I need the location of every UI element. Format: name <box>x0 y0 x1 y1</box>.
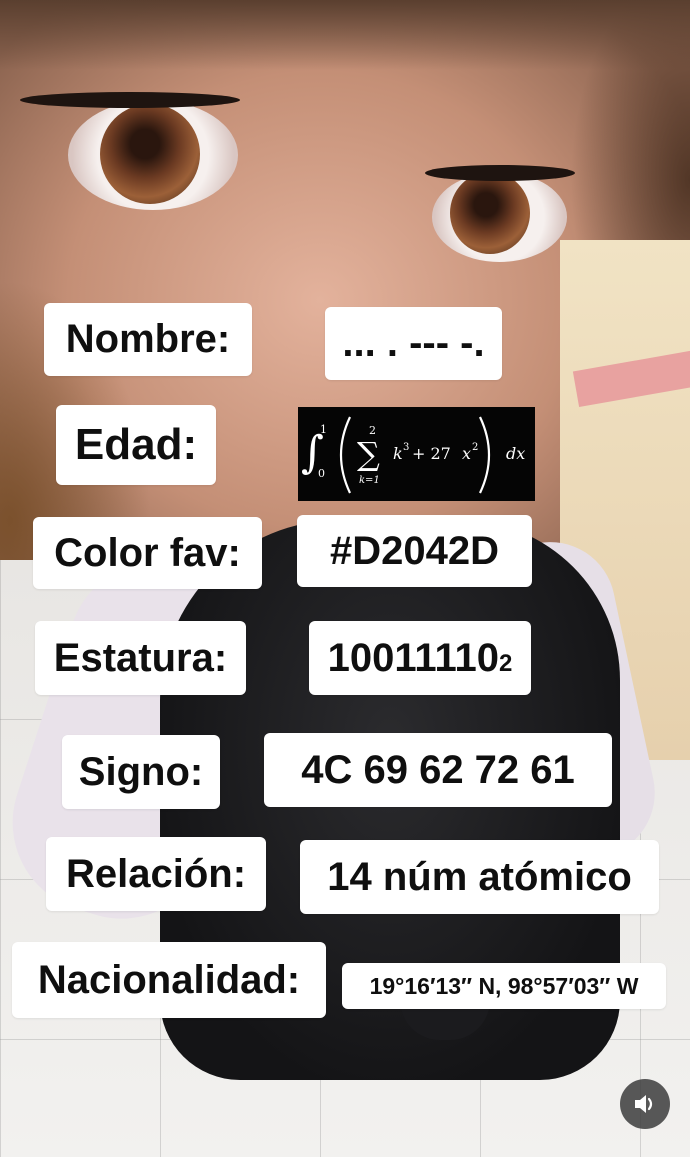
term-k-exponent: 3 <box>403 442 409 453</box>
nombre-value: ... . --- -. <box>325 307 502 380</box>
color-value: #D2042D <box>297 515 532 587</box>
color-label: Color fav: <box>33 517 262 589</box>
edad-formula: ∫ 1 0 2 ∑ k=1 k 3 + 27 x 2 dx <box>298 407 535 501</box>
left-eyelashes <box>20 92 240 108</box>
right-paren <box>479 416 491 494</box>
estatura-value: 10011110 2 <box>309 621 531 695</box>
nombre-label: Nombre: <box>44 303 252 376</box>
signo-value: 4C 69 62 72 61 <box>264 733 612 807</box>
sigma-sign: ∑ <box>357 435 380 473</box>
relacion-label: Relación: <box>46 837 266 911</box>
estatura-label: Estatura: <box>35 621 246 695</box>
term-x-exponent: 2 <box>472 442 478 453</box>
binary-base: 2 <box>499 650 513 677</box>
sum-lower-limit: k=1 <box>359 475 380 486</box>
edad-label: Edad: <box>56 405 216 485</box>
left-paren <box>339 416 351 494</box>
hair <box>0 0 690 70</box>
nacionalidad-value: 19°16′13″ N, 98°57′03″ W <box>342 963 666 1009</box>
signo-label: Signo: <box>62 735 220 809</box>
left-iris <box>100 104 200 204</box>
term-x: x <box>462 444 471 463</box>
term-middle: + 27 <box>412 444 451 463</box>
term-k: k <box>393 444 403 463</box>
right-eyelashes <box>425 165 575 181</box>
sound-toggle-button[interactable] <box>620 1079 670 1129</box>
speaker-icon <box>635 1095 653 1113</box>
binary-number: 10011110 <box>327 635 499 680</box>
integral-upper-limit: 1 <box>320 423 327 436</box>
relacion-value: 14 núm atómico <box>300 840 659 914</box>
term-dx: dx <box>506 444 525 463</box>
right-iris <box>450 172 530 254</box>
nacionalidad-label: Nacionalidad: <box>12 942 326 1018</box>
integral-lower-limit: 0 <box>318 467 325 480</box>
